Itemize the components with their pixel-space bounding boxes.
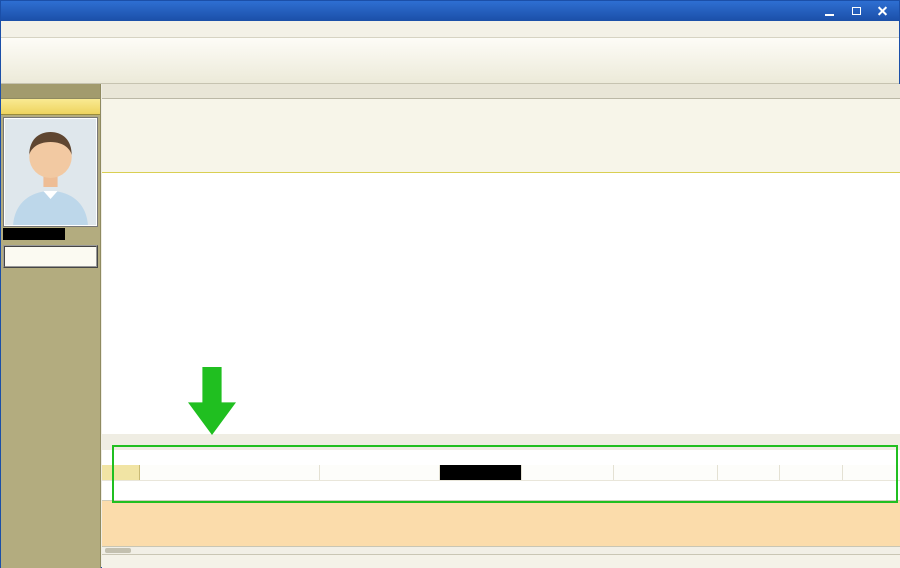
app-window [0, 0, 900, 568]
anagrafica-sidebar [1, 84, 101, 568]
istruttore-cell [843, 465, 900, 480]
window-controls [817, 3, 895, 19]
grid-header-row [102, 173, 900, 187]
sidebar-mini-toolbar [1, 84, 100, 99]
grid-header-row [102, 450, 900, 465]
lower-panel-background [102, 501, 900, 546]
classificazione-cell-selected[interactable] [440, 465, 522, 480]
scrollbar-thumb[interactable] [105, 548, 131, 553]
table-row[interactable] [102, 465, 900, 481]
instructor-icon [846, 467, 858, 479]
data-inizio-cell [718, 465, 780, 480]
pratiche-svolte-grid [102, 450, 900, 501]
no-video-label [3, 228, 65, 240]
data-marca-operativa-cell [614, 465, 718, 480]
minimize-button[interactable] [817, 3, 841, 19]
row-number [102, 465, 140, 480]
profile-photo [3, 117, 98, 227]
maximize-button[interactable] [844, 3, 868, 19]
action-button-rows [102, 99, 900, 173]
main-area [102, 84, 900, 568]
detail-tab-strip [102, 434, 900, 450]
marca-operativa-cell [522, 465, 614, 480]
menu-bar [1, 21, 899, 38]
grid-empty-area [102, 481, 900, 500]
data-fine-cell [780, 465, 843, 480]
horizontal-scrollbar[interactable] [102, 546, 900, 555]
titlebar [1, 1, 899, 21]
tab-scheda-anagrafica[interactable] [1, 99, 100, 115]
signature-box [3, 245, 98, 268]
pratica-cell [320, 465, 440, 480]
status-bar [102, 555, 900, 568]
app-icon [5, 5, 18, 18]
close-button[interactable] [871, 3, 895, 19]
main-toolbar [1, 38, 899, 84]
anagrafica-grid [102, 173, 900, 434]
sede-cell [140, 465, 320, 480]
archive-tab-strip [102, 84, 900, 99]
